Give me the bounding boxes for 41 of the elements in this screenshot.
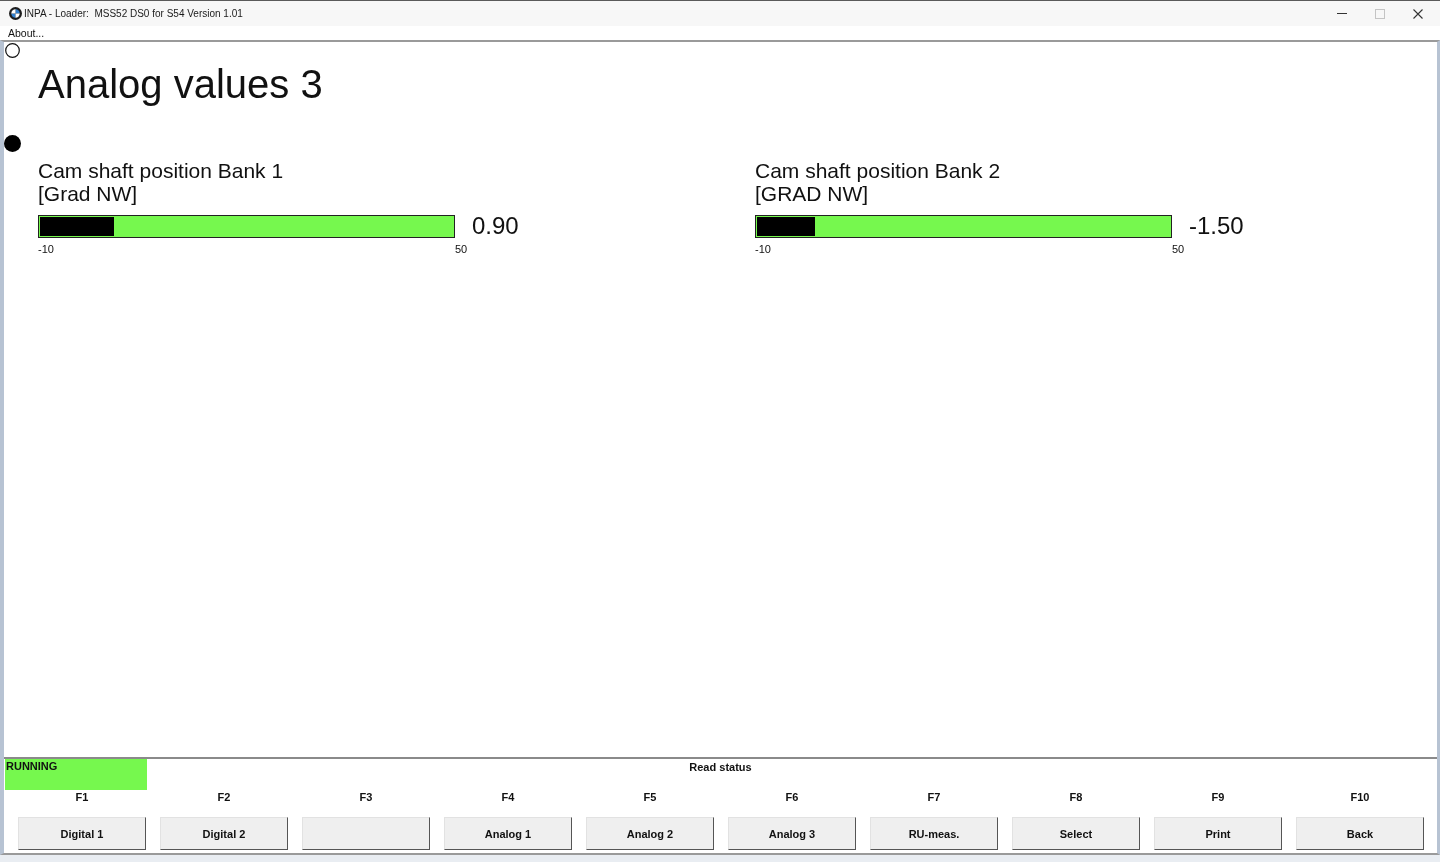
function-key-button[interactable]: Back <box>1296 817 1424 850</box>
function-key-button[interactable]: Select <box>1012 817 1140 850</box>
window-title: INPA - Loader: MSS52 DS0 for S54 Version 1.01 <box>24 8 243 19</box>
function-key-label: F2 <box>217 790 231 804</box>
page-heading: Analog values 3 <box>38 61 323 107</box>
status-indicator: RUNNING <box>5 759 147 790</box>
function-key-button[interactable]: Print <box>1154 817 1282 850</box>
function-key-button[interactable]: Digital 1 <box>18 817 146 850</box>
function-key-label: F5 <box>643 790 657 804</box>
function-key-button[interactable]: Analog 3 <box>728 817 856 850</box>
scale-max-label: 50 <box>1172 243 1185 256</box>
gauge-unit: [Grad NW] <box>38 182 138 205</box>
gauge-name: Cam shaft position Bank 1 <box>38 159 284 182</box>
menu-item[interactable]: About... <box>8 26 45 40</box>
function-key-label: F4 <box>501 790 515 804</box>
function-key-label: F6 <box>785 790 799 804</box>
function-key-button[interactable]: Analog 2 <box>586 817 714 850</box>
function-key-label: F8 <box>1069 790 1083 804</box>
scale-min-label: -10 <box>755 243 771 256</box>
function-key-label: F7 <box>927 790 941 804</box>
function-key-label: F1 <box>75 790 89 804</box>
dot-icon <box>4 135 21 152</box>
gauge-unit: [GRAD NW] <box>755 182 869 205</box>
minimize-icon <box>1337 13 1347 14</box>
gauge-reading: -1.50 <box>1189 212 1244 240</box>
maximize-icon <box>1375 8 1385 19</box>
function-key-button[interactable]: Digital 2 <box>160 817 288 850</box>
function-key-button[interactable]: Analog 1 <box>444 817 572 850</box>
scale-min-label: -10 <box>38 243 54 256</box>
logo-icon <box>9 7 22 20</box>
status-message: Read status <box>689 760 752 775</box>
close-icon <box>1413 8 1423 19</box>
ring-icon <box>5 43 20 58</box>
scale-max-label: 50 <box>455 243 468 256</box>
function-key-button[interactable] <box>302 817 430 850</box>
gauge-reading: 0.90 <box>472 212 519 240</box>
gauge-name: Cam shaft position Bank 2 <box>755 159 1001 182</box>
function-key-label: F10 <box>1350 790 1370 804</box>
function-key-label: F3 <box>359 790 373 804</box>
function-key-label: F9 <box>1211 790 1225 804</box>
function-key-button[interactable]: RU-meas. <box>870 817 998 850</box>
